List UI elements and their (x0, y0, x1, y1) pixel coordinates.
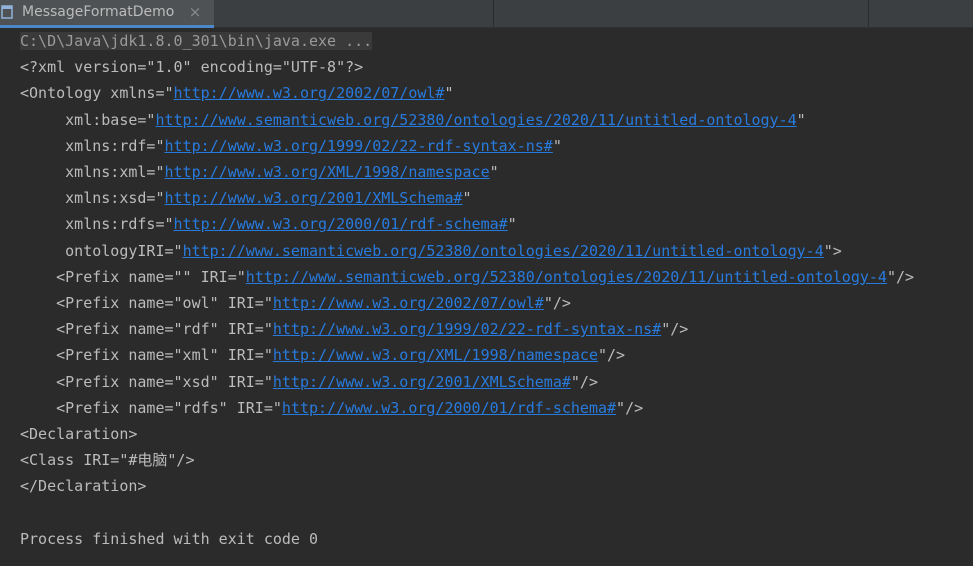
console-line: xmlns:rdf="http://www.w3.org/1999/02/22-… (20, 135, 562, 157)
console-text: <Class IRI="#电脑"/> (20, 451, 195, 470)
console-line: ontologyIRI="http://www.semanticweb.org/… (20, 240, 842, 262)
console-link[interactable]: http://www.semanticweb.org/52380/ontolog… (246, 268, 887, 286)
console-text: "/> (616, 398, 644, 417)
tab-bar: MessageFormatDemo × (0, 0, 973, 28)
console-text: <Declaration> (20, 425, 138, 443)
console-link[interactable]: http://www.w3.org/1999/02/22-rdf-syntax-… (165, 137, 553, 155)
console-line: <Prefix name="xsd" IRI="http://www.w3.or… (20, 371, 598, 393)
console-line: <Class IRI="#电脑"/> (20, 449, 195, 471)
console-line: xml:base="http://www.semanticweb.org/523… (20, 109, 806, 131)
console-text: </Declaration> (20, 477, 147, 496)
console-text: " (796, 110, 806, 129)
console-icon (1, 5, 13, 19)
tab-bar-divider (868, 0, 869, 27)
console-text: " (462, 189, 472, 208)
console-link[interactable]: http://www.w3.org/2001/XMLSchema# (273, 373, 571, 391)
console-link[interactable]: http://www.w3.org/2000/01/rdf-schema# (174, 215, 508, 233)
console-link[interactable]: http://www.w3.org/XML/1998/namespace (165, 163, 490, 181)
console-line: C:\D\Java\jdk1.8.0_301\bin\java.exe ... (20, 30, 373, 52)
console-text: " (489, 163, 499, 181)
console-text: <Prefix name="xsd" IRI=" (20, 372, 273, 391)
console-line: <Declaration> (20, 423, 137, 445)
console-text: <Prefix name="xml" IRI=" (20, 346, 273, 365)
console-link[interactable]: http://www.w3.org/2001/XMLSchema# (165, 189, 463, 207)
tab-message-format-demo[interactable]: MessageFormatDemo × (0, 0, 214, 28)
console-line: <Prefix name="xml" IRI="http://www.w3.or… (20, 344, 625, 366)
console-text: <Ontology xmlns=" (20, 84, 174, 103)
run-console-window: MessageFormatDemo × C:\D\Java\jdk1.8.0_3… (0, 0, 973, 566)
console-text: xmlns:xml=" (20, 163, 165, 181)
console-link[interactable]: http://www.w3.org/2002/07/owl# (273, 294, 544, 312)
console-text: " (444, 84, 454, 103)
console-line: <Ontology xmlns="http://www.w3.org/2002/… (20, 82, 454, 104)
console-line: </Declaration> (20, 475, 146, 497)
console-text: <?xml version="1.0" encoding="UTF-8"?> (20, 58, 364, 77)
console-link[interactable]: http://www.w3.org/2000/01/rdf-schema# (282, 399, 616, 417)
console-text: <Prefix name="owl" IRI=" (20, 294, 273, 312)
console-text: <Prefix name="rdf" IRI=" (20, 320, 273, 339)
console-text: "/> (597, 346, 626, 365)
console-line: xmlns:rdfs="http://www.w3.org/2000/01/rd… (20, 213, 517, 235)
console-text: "/> (661, 320, 689, 339)
console-link[interactable]: http://www.semanticweb.org/52380/ontolog… (155, 111, 796, 129)
console-line: <Prefix name="rdf" IRI="http://www.w3.or… (20, 318, 688, 340)
console-link[interactable]: http://www.w3.org/1999/02/22-rdf-syntax-… (273, 320, 661, 338)
console-text: " (552, 136, 562, 155)
console-line: <Prefix name="rdfs" IRI="http://www.w3.o… (20, 397, 643, 419)
console-line: xmlns:xml="http://www.w3.org/XML/1998/na… (20, 161, 499, 183)
console-text: xml:base=" (20, 110, 156, 129)
tab-title: MessageFormatDemo (22, 4, 175, 20)
command-line: C:\D\Java\jdk1.8.0_301\bin\java.exe ... (20, 32, 373, 50)
tab-bar-divider (493, 0, 494, 27)
console-text: "/> (570, 372, 598, 391)
console-link[interactable]: http://www.w3.org/XML/1998/namespace (273, 346, 598, 364)
console-text: xmlns:xsd=" (20, 189, 165, 208)
console-text: " (507, 215, 517, 234)
console-line: xmlns:xsd="http://www.w3.org/2001/XMLSch… (20, 187, 472, 209)
console-line: Process finished with exit code 0 (20, 528, 318, 550)
console-text: "/> (886, 267, 915, 286)
console-line: <Prefix name="" IRI="http://www.semantic… (20, 266, 914, 288)
console-text: xmlns:rdfs=" (20, 215, 174, 234)
console-link[interactable]: http://www.semanticweb.org/52380/ontolog… (183, 242, 824, 260)
console-text: "> (823, 241, 842, 260)
console-text: "/> (543, 294, 571, 312)
console-link[interactable]: http://www.w3.org/2002/07/owl# (174, 84, 445, 102)
console-text: ontologyIRI=" (20, 241, 183, 260)
console-text: <Prefix name="" IRI=" (20, 267, 246, 286)
console-line: <?xml version="1.0" encoding="UTF-8"?> (20, 56, 363, 78)
console-line: <Prefix name="owl" IRI="http://www.w3.or… (20, 292, 571, 314)
close-icon[interactable]: × (186, 2, 204, 22)
console-text: xmlns:rdf=" (20, 136, 165, 155)
console-text: Process finished with exit code 0 (20, 529, 319, 548)
console-output[interactable]: C:\D\Java\jdk1.8.0_301\bin\java.exe ... <… (0, 29, 973, 566)
console-text: <Prefix name="rdfs" IRI=" (20, 398, 282, 417)
